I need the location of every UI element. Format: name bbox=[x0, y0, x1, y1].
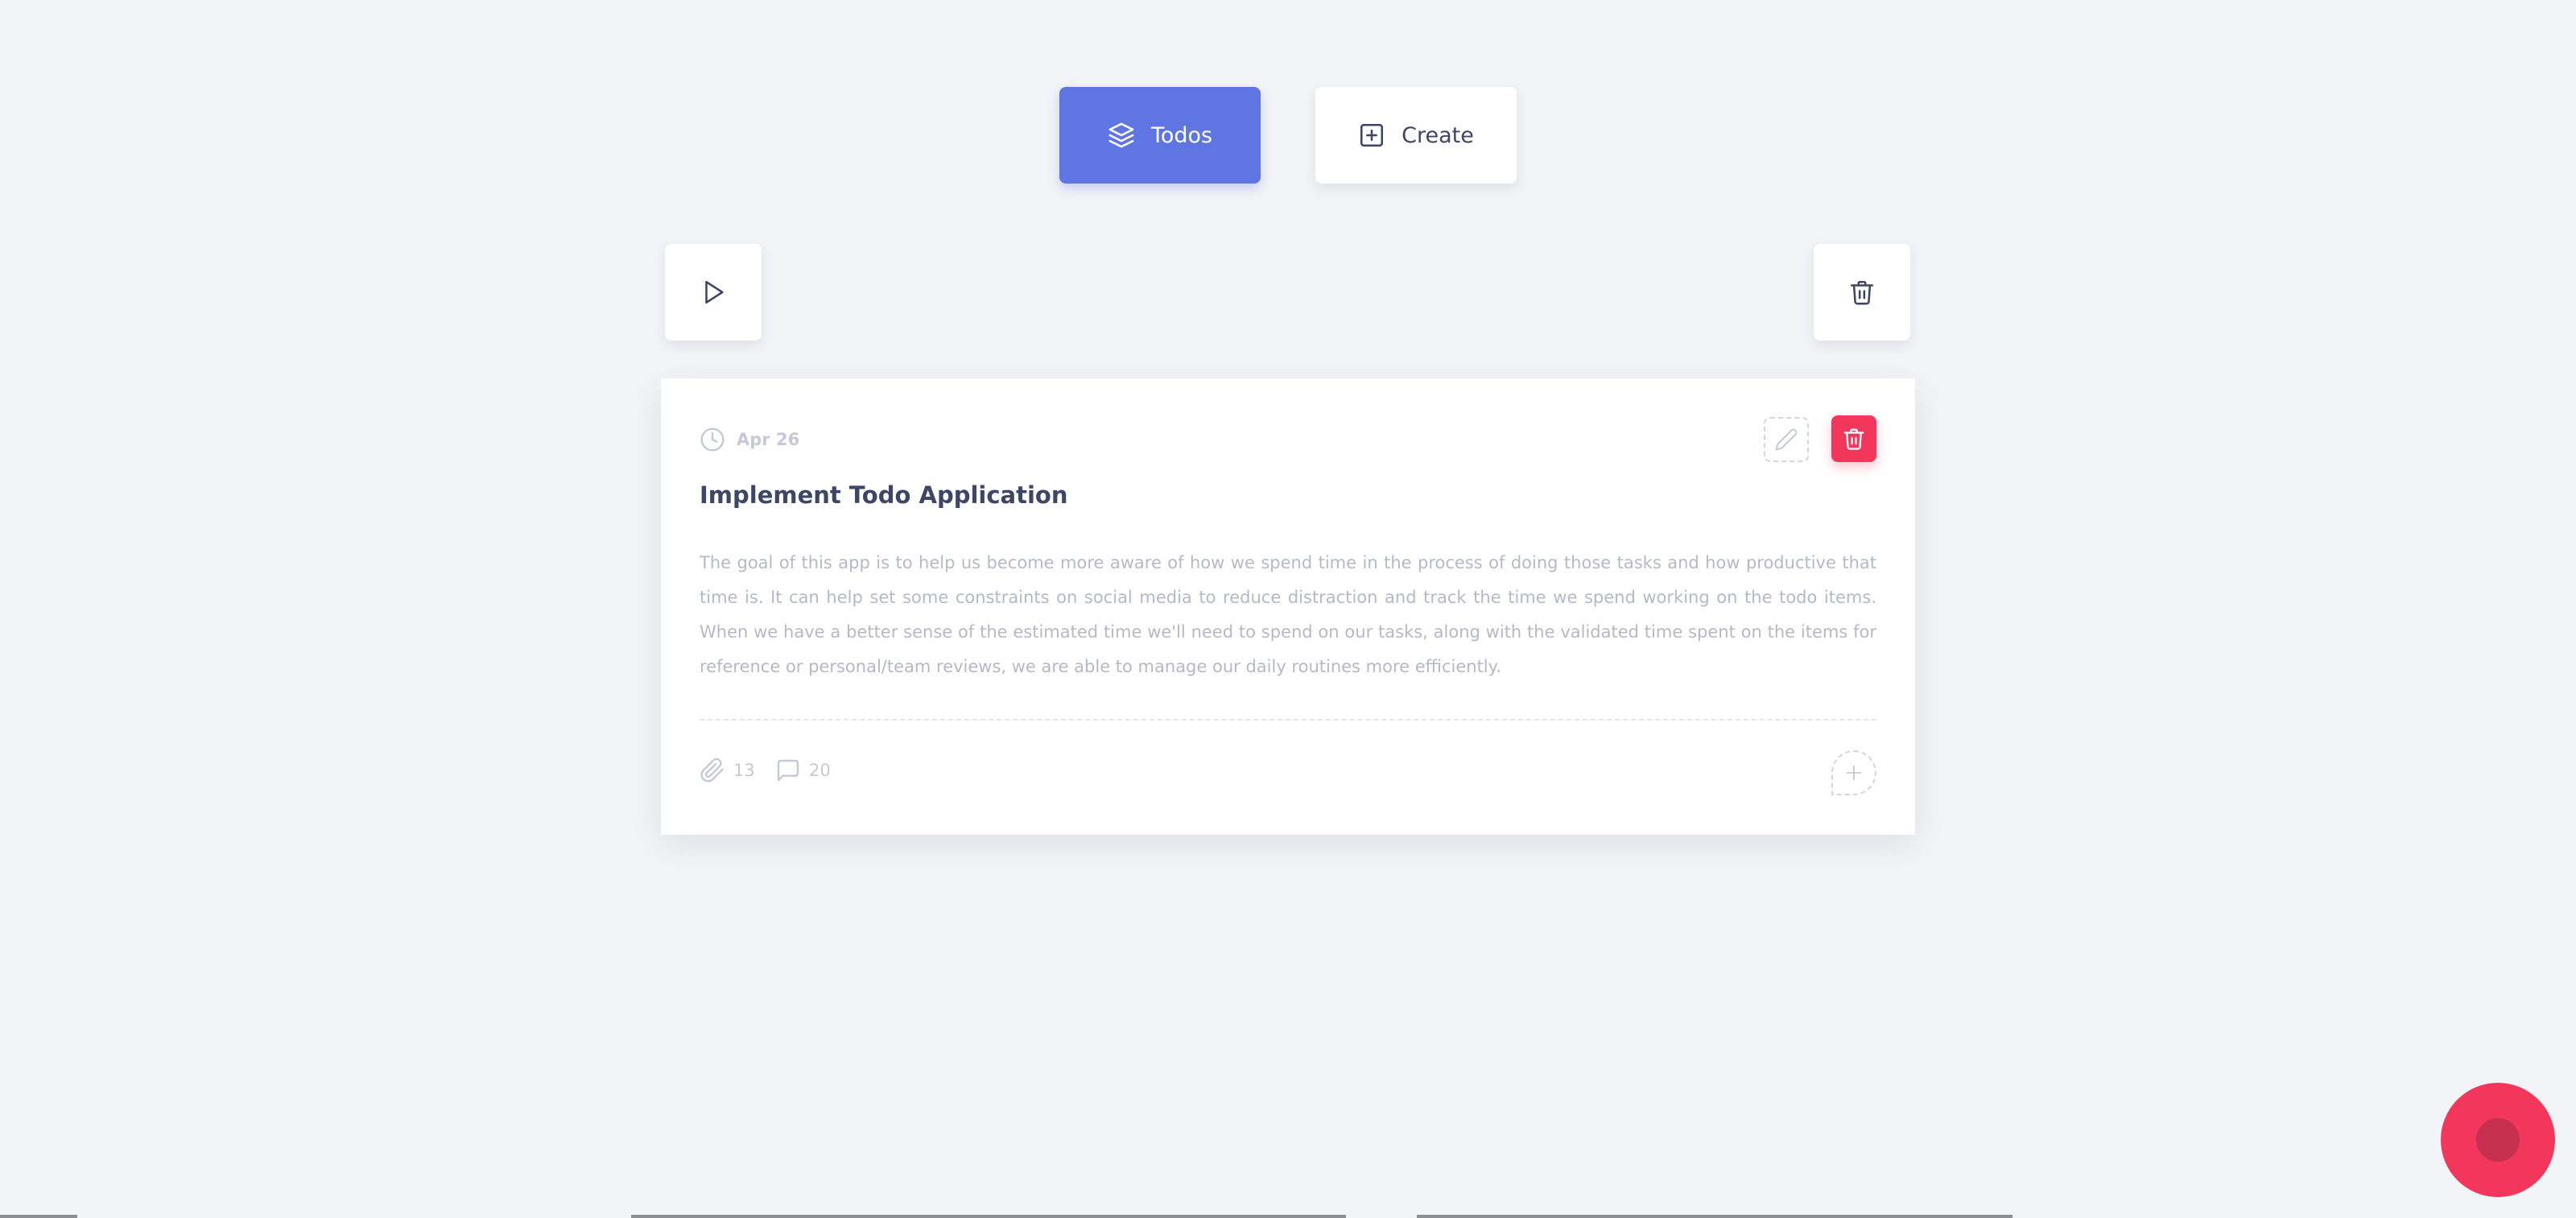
create-button[interactable]: Create bbox=[1315, 87, 1517, 184]
comments-count-label: 20 bbox=[809, 761, 831, 780]
fab-inner-dot bbox=[2476, 1118, 2520, 1162]
attachments-count-label: 13 bbox=[733, 761, 755, 780]
todo-description: The goal of this app is to help us becom… bbox=[700, 553, 1876, 676]
floating-action-button[interactable] bbox=[2441, 1083, 2555, 1197]
comments-count[interactable]: 20 bbox=[775, 758, 831, 783]
delete-all-button[interactable] bbox=[1814, 244, 1910, 341]
todo-date: Apr 26 bbox=[700, 427, 799, 452]
attachments-count[interactable]: 13 bbox=[700, 758, 755, 783]
add-item-button[interactable] bbox=[1831, 750, 1876, 795]
message-square-icon bbox=[777, 759, 799, 782]
plus-square-icon bbox=[1360, 123, 1384, 147]
layers-icon bbox=[1108, 122, 1134, 148]
bottom-strip bbox=[1417, 1215, 2013, 1218]
todo-title: Implement Todo Application bbox=[700, 481, 1068, 509]
todo-card: Apr 26 Implement Todo Application The go… bbox=[661, 378, 1915, 835]
todos-button[interactable]: Todos bbox=[1059, 87, 1261, 184]
trash-icon bbox=[1843, 428, 1864, 450]
bottom-strip bbox=[631, 1215, 1346, 1218]
todos-button-label: Todos bbox=[1150, 122, 1213, 148]
card-divider bbox=[700, 719, 1876, 720]
clock-icon bbox=[700, 427, 724, 452]
edit-todo-button[interactable] bbox=[1764, 417, 1809, 462]
play-icon bbox=[705, 280, 724, 304]
play-button[interactable] bbox=[665, 244, 762, 341]
create-button-label: Create bbox=[1402, 122, 1474, 148]
bottom-strip bbox=[0, 1215, 77, 1218]
plus-icon bbox=[1846, 765, 1862, 781]
trash-icon bbox=[1850, 280, 1874, 305]
paperclip-icon bbox=[700, 758, 724, 782]
todo-date-label: Apr 26 bbox=[737, 430, 800, 449]
delete-todo-button[interactable] bbox=[1831, 415, 1876, 462]
pencil-icon bbox=[1775, 428, 1798, 451]
